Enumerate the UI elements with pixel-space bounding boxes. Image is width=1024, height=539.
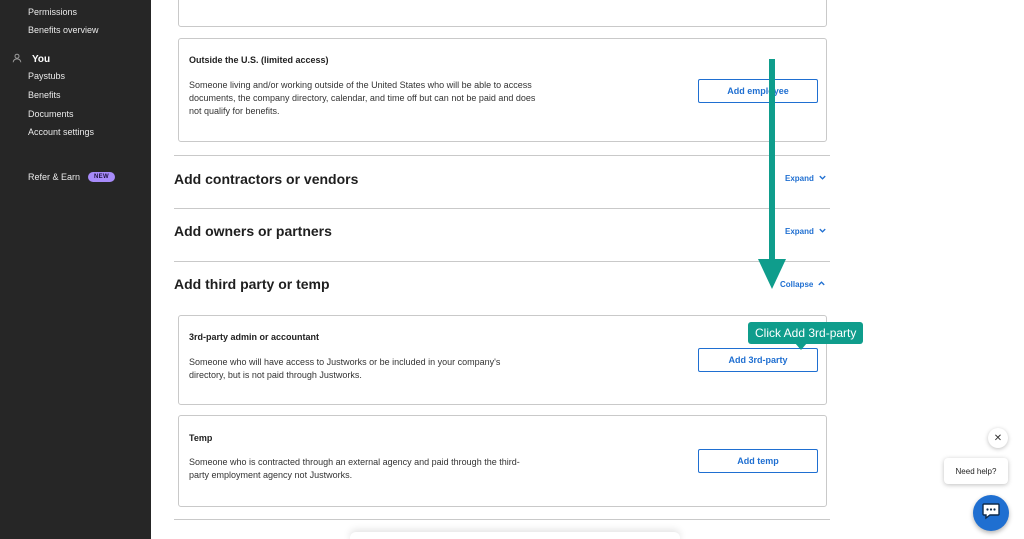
annotation-callout: Click Add 3rd-party — [748, 322, 864, 344]
card-title: Outside the U.S. (limited access) — [189, 55, 329, 65]
section-title-contractors: Add contractors or vendors — [174, 171, 359, 187]
card-title: 3rd-party admin or accountant — [189, 332, 320, 342]
need-help-label: Need help? — [955, 466, 997, 476]
card-third-party-admin: 3rd-party admin or accountant Someone wh… — [178, 315, 827, 405]
toggle-label: Expand — [785, 227, 814, 236]
section-title-owners: Add owners or partners — [174, 223, 332, 239]
user-icon — [12, 53, 22, 66]
main-content: Outside the U.S. (limited access) Someon… — [151, 0, 1024, 539]
expand-contractors-button[interactable]: Expand — [785, 173, 827, 184]
sidebar-item-permissions[interactable]: Permissions — [28, 7, 77, 17]
sidebar-item-paystubs[interactable]: Paystubs — [28, 71, 65, 81]
section-title-third-party: Add third party or temp — [174, 276, 330, 292]
card-description: Someone who is contracted through an ext… — [189, 457, 520, 480]
section-divider — [174, 519, 830, 520]
sidebar-item-refer-earn[interactable]: Refer & Earn NEW — [28, 172, 115, 182]
card-outside-us: Outside the U.S. (limited access) Someon… — [178, 38, 827, 142]
section-divider — [174, 208, 830, 209]
add-third-party-button[interactable]: Add 3rd-party — [698, 348, 818, 372]
add-employee-button[interactable]: Add employee — [698, 79, 818, 103]
card-description: Someone who will have access to Justwork… — [189, 357, 501, 380]
help-close-button[interactable]: ✕ — [988, 428, 1008, 448]
refer-label: Refer & Earn — [28, 172, 81, 182]
chevron-up-icon — [817, 279, 826, 290]
toggle-label: Expand — [785, 174, 814, 183]
sidebar-item-documents[interactable]: Documents — [28, 109, 74, 119]
chevron-down-icon — [818, 226, 827, 237]
bottom-toast-edge — [350, 532, 680, 539]
annotation-callout-tail — [795, 343, 807, 350]
sidebar-section-label: You — [32, 54, 51, 65]
chevron-down-icon — [818, 173, 827, 184]
card-description: Someone living and/or working outside of… — [189, 80, 536, 116]
sidebar: Permissions Benefits overview You Paystu… — [0, 0, 151, 539]
new-badge: NEW — [88, 172, 115, 182]
collapse-third-party-button[interactable]: Collapse — [780, 279, 826, 290]
card-title: Temp — [189, 433, 213, 443]
sidebar-item-account-settings[interactable]: Account settings — [28, 127, 94, 137]
card-temp: Temp Someone who is contracted through a… — [178, 415, 827, 507]
chat-launcher-button[interactable] — [973, 495, 1009, 531]
sidebar-section-you: You — [12, 53, 50, 66]
add-temp-button[interactable]: Add temp — [698, 449, 818, 473]
need-help-bubble[interactable]: Need help? — [944, 458, 1008, 484]
section-divider — [174, 261, 830, 262]
sidebar-item-benefits-overview[interactable]: Benefits overview — [28, 25, 99, 35]
toggle-label: Collapse — [780, 280, 814, 289]
section-divider — [174, 155, 830, 156]
close-icon: ✕ — [993, 432, 1003, 444]
sidebar-item-benefits[interactable]: Benefits — [28, 90, 61, 100]
expand-owners-button[interactable]: Expand — [785, 226, 827, 237]
chat-icon — [981, 501, 1001, 526]
card-previous — [178, 0, 827, 27]
